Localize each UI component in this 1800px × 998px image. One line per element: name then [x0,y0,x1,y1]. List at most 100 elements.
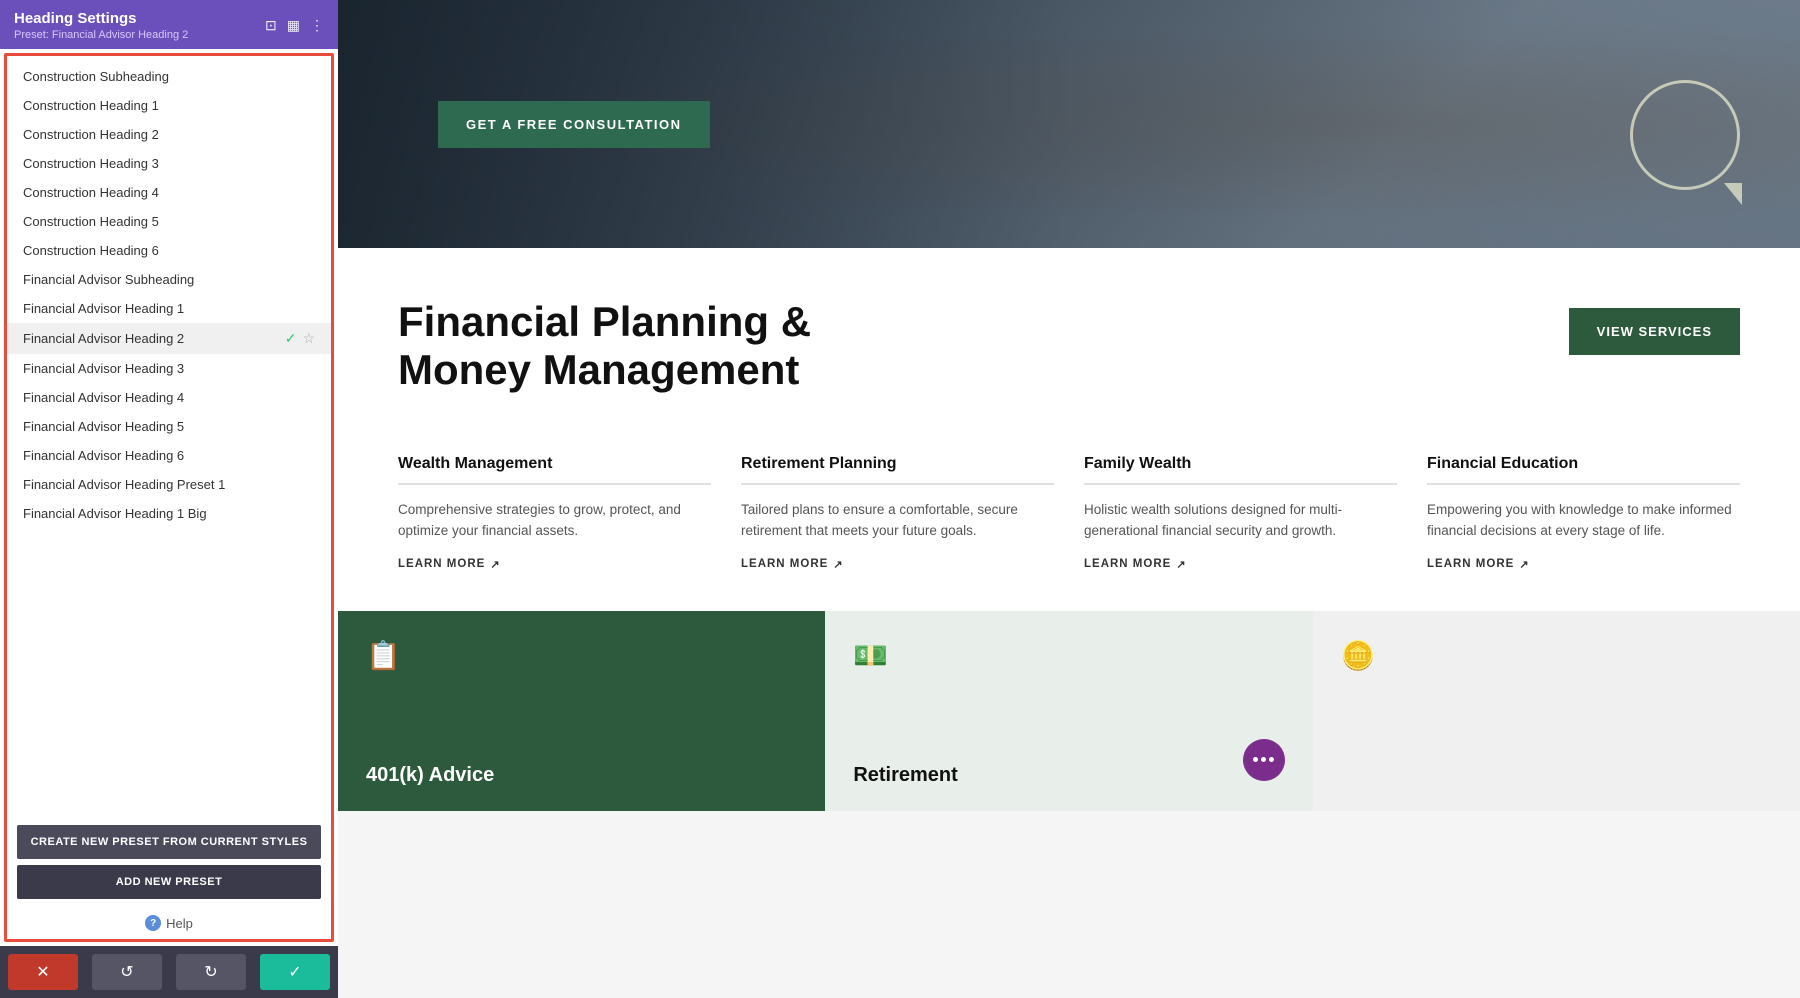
preset-item-label: Financial Advisor Heading 5 [23,419,315,434]
preset-item[interactable]: Construction Heading 5 [7,207,331,236]
add-preset-button[interactable]: ADD NEW PRESET [17,865,321,899]
preset-item[interactable]: Financial Advisor Heading 3 [7,354,331,383]
undo-button[interactable]: ↺ [92,954,162,990]
service-divider [1084,483,1397,485]
preset-item[interactable]: Financial Advisor Subheading [7,265,331,294]
service-card: Financial Education Empowering you with … [1427,455,1740,571]
preset-item[interactable]: Financial Advisor Heading 6 [7,441,331,470]
preset-item-label: Construction Heading 2 [23,127,315,142]
preset-item-label: Construction Heading 1 [23,98,315,113]
preset-item[interactable]: Financial Advisor Heading 4 [7,383,331,412]
preset-item-label: Construction Heading 4 [23,185,315,200]
preset-item[interactable]: Financial Advisor Heading Preset 1 [7,470,331,499]
star-icon: ☆ [302,330,315,347]
service-divider [398,483,711,485]
service-desc: Empowering you with knowledge to make in… [1427,499,1740,542]
preset-list: Construction Subheading Construction Hea… [7,56,331,817]
chat-dot [1269,757,1274,762]
main-left: Financial Planning & Money Management [398,298,1529,395]
preset-item[interactable]: Construction Heading 3 [7,149,331,178]
panel-header-left: Heading Settings Preset: Financial Advis… [14,10,188,41]
preset-item[interactable]: Construction Subheading [7,62,331,91]
service-desc: Holistic wealth solutions designed for m… [1084,499,1397,542]
help-icon: ? [145,915,161,931]
expand-icon[interactable]: ⊡ [265,17,277,34]
preset-item-label: Financial Advisor Heading 1 [23,301,315,316]
preset-list-wrapper: Construction Subheading Construction Hea… [4,53,334,942]
learn-more-label: LEARN MORE [1084,558,1171,570]
main-content-area: Financial Planning & Money Management VI… [338,248,1800,435]
card-title: 401(k) Advice [366,764,494,787]
circle-triangle [1724,183,1742,205]
bottom-card: 💵 Retirement [825,611,1312,811]
view-services-button[interactable]: VIEW SERVICES [1569,308,1740,355]
services-section: Wealth Management Comprehensive strategi… [338,435,1800,611]
preset-item[interactable]: Financial Advisor Heading 2 ✓ ☆ [7,323,331,354]
learn-more-link[interactable]: LEARN MORE ↗ [741,558,1054,571]
circle-outer [1630,80,1740,190]
cancel-button[interactable]: ✕ [8,954,78,990]
panel-header-icons: ⊡ ▦ ⋮ [265,17,324,34]
learn-more-label: LEARN MORE [398,558,485,570]
card-title: Retirement [853,764,957,787]
preset-buttons: CREATE NEW PRESET FROM CURRENT STYLES AD… [7,817,331,905]
preset-item-label: Construction Heading 3 [23,156,315,171]
preset-item-label: Construction Heading 6 [23,243,315,258]
preset-item-label: Financial Advisor Heading 4 [23,390,315,405]
panel-preset-label[interactable]: Preset: Financial Advisor Heading 2 [14,29,188,41]
card-icon: 💵 [853,639,888,672]
main-heading-line1: Financial Planning & [398,298,811,345]
circle-decoration [1630,80,1740,190]
service-divider [741,483,1054,485]
service-card: Wealth Management Comprehensive strategi… [398,455,711,571]
learn-more-link[interactable]: LEARN MORE ↗ [1084,558,1397,571]
service-title: Retirement Planning [741,455,1054,473]
preset-item[interactable]: Financial Advisor Heading 1 [7,294,331,323]
learn-more-link[interactable]: LEARN MORE ↗ [398,558,711,571]
checkmark-icon: ✓ [285,330,297,347]
panel-header: Heading Settings Preset: Financial Advis… [0,0,338,49]
arrow-icon: ↗ [1176,558,1186,571]
arrow-icon: ↗ [490,558,500,571]
arrow-icon: ↗ [833,558,843,571]
preset-item[interactable]: Construction Heading 6 [7,236,331,265]
bottom-bar: ✕ ↺ ↻ ✓ [0,946,338,998]
chat-bubble[interactable] [1243,739,1285,781]
service-title: Financial Education [1427,455,1740,473]
more-icon[interactable]: ⋮ [310,17,324,34]
preset-item[interactable]: Financial Advisor Heading 5 [7,412,331,441]
preset-item[interactable]: Construction Heading 4 [7,178,331,207]
learn-more-link[interactable]: LEARN MORE ↗ [1427,558,1740,571]
hero-cta-button[interactable]: GET A FREE CONSULTATION [438,101,710,148]
arrow-icon: ↗ [1519,558,1529,571]
preset-item-label: Financial Advisor Heading Preset 1 [23,477,315,492]
card-icon: 🪙 [1341,639,1376,672]
main-heading: Financial Planning & Money Management [398,298,1529,395]
chat-dots [1253,757,1274,762]
preset-item[interactable]: Construction Heading 1 [7,91,331,120]
cards-section: 📋 401(k) Advice 💵 Retirement 🪙 [338,611,1800,811]
preset-item-label: Construction Heading 5 [23,214,315,229]
create-preset-button[interactable]: CREATE NEW PRESET FROM CURRENT STYLES [17,825,321,859]
hero-section: GET A FREE CONSULTATION [338,0,1800,248]
preset-item-label: Financial Advisor Heading 2 [23,331,285,346]
services-grid: Wealth Management Comprehensive strategi… [398,455,1740,571]
save-button[interactable]: ✓ [260,954,330,990]
grid-icon[interactable]: ▦ [287,17,300,34]
preset-item[interactable]: Construction Heading 2 [7,120,331,149]
redo-button[interactable]: ↻ [176,954,246,990]
service-card: Retirement Planning Tailored plans to en… [741,455,1054,571]
help-label: Help [166,916,193,931]
learn-more-label: LEARN MORE [741,558,828,570]
preset-item[interactable]: Financial Advisor Heading 1 Big [7,499,331,528]
help-row[interactable]: ? Help [7,905,331,939]
main-heading-line2: Money Management [398,346,799,393]
hero-content: GET A FREE CONSULTATION [438,101,710,148]
service-desc: Tailored plans to ensure a comfortable, … [741,499,1054,542]
preset-item-label: Financial Advisor Heading 6 [23,448,315,463]
service-divider [1427,483,1740,485]
service-title: Wealth Management [398,455,711,473]
preset-item-label: Financial Advisor Subheading [23,272,315,287]
chat-dot [1253,757,1258,762]
right-content: GET A FREE CONSULTATION Financial Planni… [338,0,1800,998]
